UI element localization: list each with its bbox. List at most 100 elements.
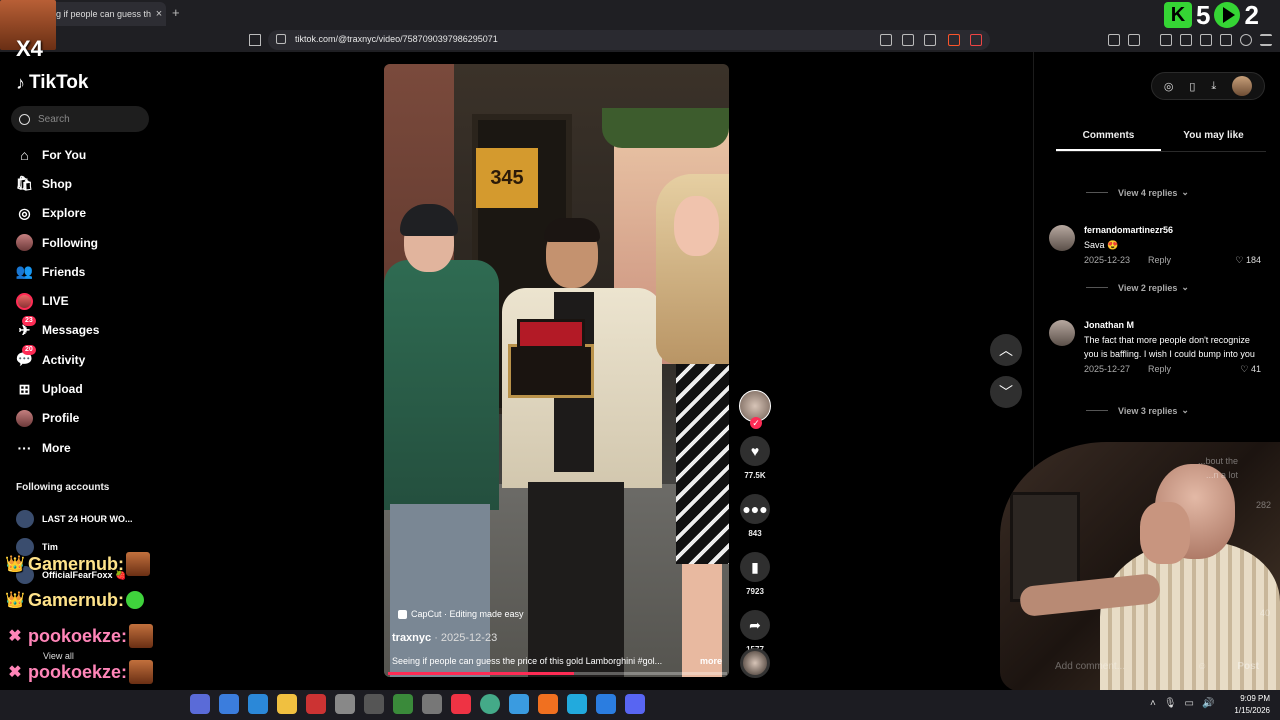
app-icon[interactable] <box>248 694 268 714</box>
creator-avatar[interactable]: ✓ <box>739 390 771 429</box>
sidebar-item-live[interactable]: LIVE <box>16 286 156 315</box>
tab-you-may-like[interactable]: You may like <box>1161 130 1266 151</box>
view-replies-button[interactable]: View 3 replies ⌄ <box>1086 405 1189 416</box>
coins-icon[interactable]: ◎ <box>1164 80 1174 93</box>
badge-icon: ✖ <box>8 628 22 645</box>
wallet-icon[interactable] <box>1128 34 1140 46</box>
comment-username[interactable]: Jonathan M <box>1084 320 1261 330</box>
like-action[interactable]: ♥ 77.5K <box>738 436 772 480</box>
app-icon[interactable] <box>364 694 384 714</box>
microphone-icon[interactable]: 🎙 <box>1164 698 1177 709</box>
view-replies-button[interactable]: View 4 replies ⌄ <box>1086 187 1189 198</box>
sidebar-item-label: More <box>42 440 71 455</box>
chrome-icon[interactable] <box>480 694 500 714</box>
sidebar-icon[interactable] <box>1180 34 1192 46</box>
monitor-icon[interactable]: ▭ <box>1185 698 1194 709</box>
sidebar-item-friends[interactable]: 👥 Friends <box>16 257 156 286</box>
sidebar-item-explore[interactable]: ◎ Explore <box>16 199 156 228</box>
sidebar-item-activity[interactable]: 💬 20 Activity <box>16 345 156 374</box>
edge-icon[interactable] <box>509 694 529 714</box>
comment-like-button[interactable]: ♡ 184 <box>1235 255 1261 266</box>
discord-icon[interactable] <box>625 694 645 714</box>
app-icon[interactable] <box>190 694 210 714</box>
search-input[interactable]: Search <box>11 106 149 132</box>
following-account-item[interactable]: LAST 24 HOUR WO... <box>16 505 156 533</box>
tiktok-logo[interactable]: ♪ TikTok <box>16 72 88 94</box>
tiktok-wordmark: TikTok <box>29 72 89 93</box>
sidebar-item-for-you[interactable]: ⌂ For You <box>16 140 156 169</box>
maps-icon[interactable] <box>393 694 413 714</box>
device-icon[interactable]: ▯ <box>1189 80 1195 93</box>
vpn-icon[interactable] <box>1240 34 1252 46</box>
brave-icon[interactable] <box>451 694 471 714</box>
outlook-icon[interactable] <box>219 694 239 714</box>
menu-icon[interactable] <box>1260 34 1272 46</box>
post-button[interactable]: Post <box>1237 661 1259 672</box>
site-settings-icon[interactable] <box>276 34 286 44</box>
comment-icon[interactable]: ●●● <box>740 494 770 524</box>
add-comment-input[interactable]: Add comment... <box>1055 661 1125 672</box>
video-progress-bar[interactable] <box>388 672 727 675</box>
video-person-center <box>502 218 662 677</box>
view-replies-button[interactable]: View 2 replies ⌄ <box>1086 282 1189 293</box>
share-icon[interactable] <box>924 34 936 46</box>
sidebar-item-following[interactable]: Following <box>16 228 156 257</box>
browser-tab[interactable]: g if people can guess th × <box>48 2 166 26</box>
add-comment-bar[interactable]: Add comment... ☺ Post <box>1049 652 1265 680</box>
sidebar-item-upload[interactable]: ⊞ Upload <box>16 374 156 403</box>
emoji-icon[interactable]: ☺ <box>1197 661 1207 672</box>
reply-button[interactable]: Reply <box>1148 255 1171 265</box>
save-action[interactable]: ▮ 7923 <box>738 552 772 596</box>
speaker-icon[interactable]: 🔊 <box>1202 698 1214 709</box>
music-disc-icon[interactable] <box>740 648 770 678</box>
chevron-up-icon[interactable]: ˄ <box>1150 698 1156 709</box>
address-bar[interactable]: tiktok.com/@traxnyc/video/75870903979862… <box>268 30 990 50</box>
follow-plus-icon[interactable]: ✓ <box>750 417 762 429</box>
reply-button[interactable]: Reply <box>1148 364 1171 374</box>
previous-video-button[interactable]: ︿ <box>990 334 1022 366</box>
picture-in-picture-icon[interactable] <box>902 34 914 46</box>
video-author-line[interactable]: traxnyc · 2025-12-23 <box>392 632 497 644</box>
home-icon: ⌂ <box>20 146 29 163</box>
caption-more-button[interactable]: more <box>700 656 722 666</box>
brave-shields-icon[interactable] <box>948 34 960 46</box>
clock-icon[interactable] <box>335 694 355 714</box>
bookmark-icon[interactable]: ▮ <box>740 552 770 582</box>
next-video-button[interactable]: ﹀ <box>990 376 1022 408</box>
leo-icon[interactable] <box>1220 34 1232 46</box>
heart-icon[interactable]: ♥ <box>740 436 770 466</box>
comment-avatar[interactable] <box>1049 225 1075 251</box>
capcut-tag[interactable]: CapCut · Editing made easy <box>398 609 524 619</box>
video-player[interactable]: 345 <box>384 64 729 677</box>
extensions-icon[interactable] <box>1108 34 1120 46</box>
news-icon[interactable] <box>306 694 326 714</box>
sidebar-item-more[interactable]: ··· More <box>16 433 156 462</box>
firefox-icon[interactable] <box>538 694 558 714</box>
tab-comments[interactable]: Comments <box>1056 130 1161 151</box>
user-avatar[interactable] <box>1232 76 1253 96</box>
share-arrow-icon[interactable]: ➦ <box>740 610 770 640</box>
brave-rewards-icon[interactable] <box>970 34 982 46</box>
media-icon[interactable] <box>1160 34 1172 46</box>
file-explorer-icon[interactable] <box>277 694 297 714</box>
comment-like-button[interactable]: ♡ 41 <box>1240 364 1261 375</box>
comment-username[interactable]: fernandomartinezr56 <box>1084 225 1261 235</box>
sidebar-item-shop[interactable]: 🛍 Shop <box>16 169 156 198</box>
video-author[interactable]: traxnyc <box>392 632 431 644</box>
no-translate-icon[interactable] <box>880 34 892 46</box>
sidebar-item-profile[interactable]: Profile <box>16 404 156 433</box>
bookmark-icon[interactable] <box>249 34 261 46</box>
comment-avatar[interactable] <box>1049 320 1075 346</box>
sidebar-item-messages[interactable]: ✈ 23 Messages <box>16 315 156 345</box>
close-tab-icon[interactable]: × <box>152 8 166 20</box>
new-tab-button[interactable]: + <box>172 5 180 20</box>
webcam-hand <box>1140 502 1190 564</box>
obs-icon[interactable] <box>422 694 442 714</box>
wallet2-icon[interactable] <box>1200 34 1212 46</box>
download-icon[interactable]: ⤓ <box>1211 80 1216 93</box>
comment-date: 2025-12-23 <box>1084 255 1131 265</box>
app-icon[interactable] <box>567 694 587 714</box>
clock[interactable]: 9:09 PM 1/15/2026 <box>1234 693 1270 717</box>
vscode-icon[interactable] <box>596 694 616 714</box>
comment-action[interactable]: ●●● 843 <box>738 494 772 538</box>
